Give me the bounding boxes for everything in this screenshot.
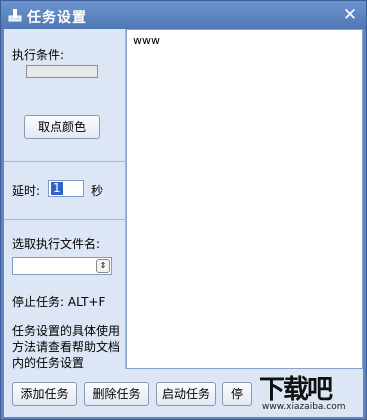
watermark: 下载吧 www.xiazaiba.com [259, 369, 365, 417]
stop-task-button[interactable]: 停 [222, 382, 252, 406]
divider [4, 161, 125, 162]
stop-hotkey-label: 停止任务: ALT+F [12, 295, 106, 309]
watermark-logo: 下载吧 [259, 375, 333, 405]
help-text: 任务设置的具体使用方法请查看帮助文档内的任务设置 [12, 324, 121, 370]
task-editor[interactable]: www [126, 29, 363, 369]
delete-task-button[interactable]: 删除任务 [84, 382, 149, 406]
file-select[interactable]: ⇕ [12, 257, 112, 275]
watermark-url: www.xiazaiba.com [262, 402, 346, 412]
delay-label: 延时: [12, 184, 41, 198]
color-swatch [26, 65, 98, 78]
start-task-button[interactable]: 启动任务 [156, 382, 216, 406]
client-area: 执行条件: 取点颜色 延时: 1 秒 选取执行文件名: ⇕ 停止任务: ALT+… [4, 29, 363, 417]
divider [4, 219, 125, 220]
chevron-updown-icon[interactable]: ⇕ [96, 259, 110, 273]
select-file-label: 选取执行文件名: [12, 237, 101, 251]
app-icon [8, 9, 22, 22]
delay-input[interactable]: 1 [48, 180, 84, 197]
delay-value: 1 [51, 181, 63, 195]
settings-panel: 执行条件: 取点颜色 延时: 1 秒 选取执行文件名: ⇕ 停止任务: ALT+… [4, 29, 126, 370]
condition-label: 执行条件: [12, 48, 65, 62]
add-task-button[interactable]: 添加任务 [12, 382, 77, 406]
close-button[interactable]: ✕ [340, 5, 360, 25]
pick-color-button[interactable]: 取点颜色 [24, 115, 100, 139]
task-settings-window: 任务设置 ✕ 执行条件: 取点颜色 延时: 1 秒 选取执行文件名: ⇕ 停止任… [0, 0, 367, 420]
title-bar[interactable]: 任务设置 ✕ [1, 1, 366, 29]
close-icon: ✕ [342, 5, 358, 25]
delay-unit: 秒 [91, 184, 104, 198]
window-title: 任务设置 [27, 10, 87, 26]
